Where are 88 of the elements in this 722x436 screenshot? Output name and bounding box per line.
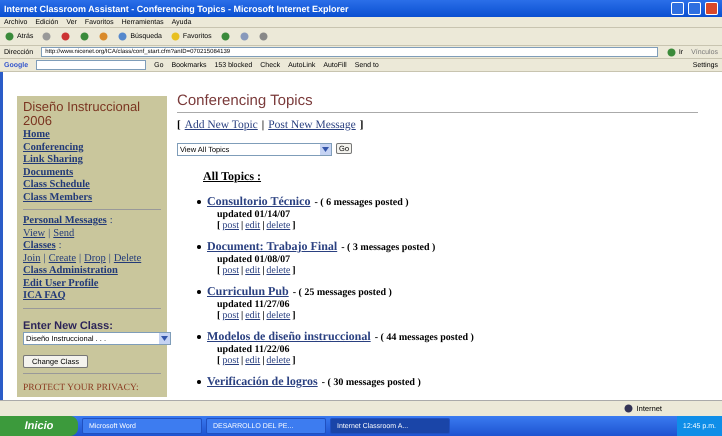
separator-text: | (262, 265, 264, 276)
separator-text: | (241, 265, 244, 276)
separator-text: [ (177, 119, 181, 131)
enter-class-label: Enter New Class: (23, 320, 114, 332)
topic-link[interactable]: Consultorio Técnico (207, 194, 310, 209)
minimize-button[interactable] (671, 2, 684, 15)
sidebar-link[interactable]: Delete (114, 252, 142, 265)
window-title: Internet Classroom Assistant - Conferencing Topics - Microsoft Internet Explorer (4, 4, 350, 14)
bullet-icon (197, 380, 201, 384)
sidebar-link[interactable]: Join (23, 252, 41, 265)
bullet-icon (197, 334, 201, 338)
topic-action-link[interactable]: post (222, 265, 240, 276)
sidebar-link[interactable]: Class Schedule (23, 179, 161, 192)
message-count: - ( 6 messages posted ) (314, 197, 409, 208)
bullet-icon (197, 290, 201, 294)
separator-text: [ (217, 265, 220, 276)
separator-text: : (110, 215, 113, 226)
sidebar-link[interactable]: ICA FAQ (23, 290, 161, 302)
separator-text: ] (292, 220, 296, 231)
sidebar-link[interactable]: Class Administration (23, 265, 161, 278)
caret-icon (159, 332, 170, 344)
topic-action-link[interactable]: edit (245, 265, 260, 276)
sidebar-link[interactable]: Link Sharing (23, 154, 161, 166)
updated-date: updated 01/08/07 (217, 254, 292, 265)
message-count: - ( 44 messages posted ) (374, 332, 474, 343)
topic-action-link[interactable]: delete (266, 310, 290, 321)
page-heading: Conferencing Topics (177, 92, 698, 113)
separator-text: [ (217, 310, 220, 321)
sidebar-link[interactable]: Conferencing (23, 142, 161, 154)
bullet-icon (197, 200, 201, 204)
separator-text: | (241, 355, 244, 366)
sidebar-link[interactable]: Personal Messages (23, 215, 107, 228)
separator-text: ] (292, 310, 296, 321)
topic-action-link[interactable]: post (222, 220, 240, 231)
topic-action-link[interactable]: edit (245, 355, 260, 366)
sidebar-link[interactable]: Class Members (23, 192, 161, 204)
sidebar-link[interactable]: Home (23, 129, 161, 142)
sidebar-link[interactable]: View (23, 228, 46, 240)
privacy-notice: PROTECT YOUR PRIVACY: (23, 382, 140, 392)
google-search-field[interactable] (36, 60, 146, 70)
separator-text: | (262, 220, 264, 231)
separator-text: ] (292, 265, 296, 276)
separator-text: | (79, 252, 82, 264)
topic-action-link[interactable]: post (222, 310, 240, 321)
separator-text: ] (360, 119, 364, 131)
close-button[interactable] (705, 2, 718, 15)
separator-text: | (241, 220, 244, 231)
topic-link[interactable]: Modelos de diseño instruccional (207, 329, 371, 344)
sidebar-link[interactable]: Documents (23, 166, 161, 179)
action-link[interactable]: Add New Topic (184, 119, 258, 131)
topic-link[interactable]: Document: Trabajo Final (207, 239, 338, 254)
message-count: - ( 25 messages posted ) (292, 287, 392, 298)
topic-action-link[interactable]: edit (245, 220, 260, 231)
separator-text: | (108, 252, 111, 264)
topic-action-link[interactable]: delete (266, 220, 290, 231)
topic-action-link[interactable]: delete (266, 355, 290, 366)
updated-date: updated 11/22/06 (217, 344, 291, 355)
separator-text: | (241, 310, 244, 321)
separator-text: : (58, 240, 62, 251)
separator-text: | (262, 355, 264, 366)
separator-text: | (262, 310, 264, 321)
topic-action-link[interactable]: edit (245, 310, 260, 321)
sidebar-link[interactable]: Drop (84, 252, 106, 265)
start-button[interactable]: Inicio (0, 416, 78, 436)
topic-link[interactable]: Curriculun Pub (207, 284, 289, 299)
list-heading: All Topics : (203, 169, 262, 184)
sidebar-link[interactable]: Classes (23, 240, 56, 252)
bullet-icon (197, 244, 201, 248)
action-link[interactable]: Post New Message (268, 119, 356, 131)
topic-action-link[interactable]: delete (266, 265, 290, 276)
sidebar-link[interactable]: Create (48, 252, 76, 265)
separator-text: ] (292, 355, 296, 366)
class-title: Diseño Instruccional 2006 (23, 100, 142, 128)
separator-text: | (44, 252, 46, 264)
separator-text: [ (217, 220, 220, 231)
updated-date: updated 11/27/06 (217, 299, 291, 310)
updated-date: updated 01/14/07 (217, 209, 292, 220)
message-count: - ( 30 messages posted ) (322, 377, 421, 388)
separator-text: | (48, 228, 50, 238)
maximize-button[interactable] (688, 2, 701, 15)
message-count: - ( 3 messages posted ) (341, 242, 436, 253)
topic-link[interactable]: Verificación de logros (207, 374, 318, 389)
separator-text: | (262, 119, 264, 131)
separator-text: [ (217, 355, 220, 366)
sidebar-link[interactable]: Send (53, 228, 74, 240)
sidebar-link[interactable]: Edit User Profile (23, 278, 161, 290)
topic-action-link[interactable]: post (222, 355, 240, 366)
caret-icon (320, 144, 331, 155)
